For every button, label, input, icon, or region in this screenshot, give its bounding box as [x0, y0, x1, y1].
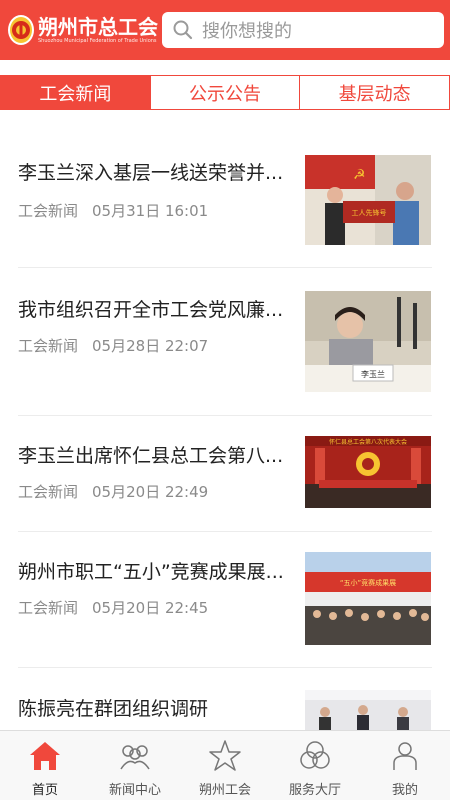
- logo[interactable]: 朔州市总工会 Shuozhou Municipal Federation of …: [8, 8, 158, 52]
- news-thumbnail: 李玉兰: [305, 291, 431, 392]
- tab-union-news[interactable]: 工会新闻: [1, 76, 151, 109]
- nav-service-hall[interactable]: 服务大厅: [270, 731, 360, 800]
- nav-shuozhou-union-label: 朔州工会: [198, 783, 251, 798]
- news-category: 工会新闻: [18, 337, 79, 355]
- news-date: 05月31日 16:01: [92, 202, 209, 220]
- home-icon: [30, 742, 60, 770]
- people-icon: [120, 745, 150, 770]
- search-input[interactable]: 搜你想搜的: [162, 12, 444, 48]
- tab-grassroots-news[interactable]: 基层动态: [300, 76, 450, 109]
- logo-subtitle: Shuozhou Municipal Federation of Trade U…: [38, 37, 157, 44]
- union-emblem-icon: [8, 15, 34, 45]
- tab-announcements[interactable]: 公示公告: [150, 76, 301, 109]
- bottom-nav: 首页 新闻中心 朔州工会 服务大厅 我的: [0, 730, 450, 800]
- thumb-caption: 工人先锋号: [352, 208, 387, 217]
- news-item[interactable]: 李玉兰出席怀仁县总工会第八... 工会新闻 05月20日 22:49 怀仁县总工会…: [18, 416, 432, 532]
- news-date: 05月28日 22:07: [92, 337, 209, 355]
- news-title: 朔州市职工“五小”竞赛成果展...: [18, 561, 284, 583]
- thumb-caption: 李玉兰: [361, 369, 385, 379]
- news-title: 我市组织召开全市工会党风廉...: [18, 299, 284, 321]
- user-icon: [393, 742, 417, 770]
- search-placeholder: 搜你想搜的: [202, 21, 292, 42]
- category-tabs: 工会新闻 公示公告 基层动态: [0, 75, 450, 110]
- news-category: 工会新闻: [18, 599, 79, 617]
- logo-text: 朔州市总工会 Shuozhou Municipal Federation of …: [38, 16, 158, 45]
- news-item[interactable]: 李玉兰深入基层一线送荣誉并... 工会新闻 05月31日 16:01 工人先锋号 …: [18, 130, 432, 268]
- thumb-caption: 怀仁县总工会第八次代表大会: [329, 438, 407, 446]
- news-title: 李玉兰出席怀仁县总工会第八...: [18, 445, 284, 467]
- nav-shuozhou-union[interactable]: 朔州工会: [180, 731, 270, 800]
- top-header: 朔州市总工会 Shuozhou Municipal Federation of …: [0, 0, 450, 60]
- news-date: 05月20日 22:49: [92, 483, 209, 501]
- news-thumbnail: 工人先锋号 ☭: [305, 155, 431, 245]
- nav-news-center[interactable]: 新闻中心: [90, 731, 180, 800]
- news-meta: 工会新闻 05月20日 22:45: [18, 597, 208, 618]
- nav-profile[interactable]: 我的: [360, 731, 450, 800]
- news-item[interactable]: 陈振亮在群团组织调研: [18, 668, 432, 730]
- logo-title: 朔州市总工会: [38, 14, 158, 39]
- news-category: 工会新闻: [18, 202, 79, 220]
- news-date: 05月20日 22:45: [92, 599, 209, 617]
- news-title: 李玉兰深入基层一线送荣誉并...: [18, 162, 284, 184]
- circles-icon: [300, 741, 330, 769]
- news-title: 陈振亮在群团组织调研: [18, 698, 209, 720]
- nav-home[interactable]: 首页: [0, 731, 90, 800]
- nav-profile-label: 我的: [391, 783, 418, 798]
- nav-home-label: 首页: [31, 783, 58, 798]
- news-meta: 工会新闻 05月31日 16:01: [18, 200, 208, 221]
- news-thumbnail: [305, 690, 431, 730]
- news-meta: 工会新闻 05月20日 22:49: [18, 481, 208, 502]
- nav-news-center-label: 新闻中心: [108, 783, 161, 798]
- search-icon: [173, 20, 193, 40]
- nav-service-hall-label: 服务大厅: [288, 783, 341, 798]
- svg-text:☭: ☭: [353, 167, 366, 183]
- news-thumbnail: “五小”竞赛成果展: [305, 552, 431, 645]
- app-root: 朔州市总工会 Shuozhou Municipal Federation of …: [0, 0, 450, 800]
- news-item[interactable]: 朔州市职工“五小”竞赛成果展... 工会新闻 05月20日 22:45 “五小”竞…: [18, 532, 432, 668]
- thumb-caption: “五小”竞赛成果展: [340, 578, 396, 587]
- news-thumbnail: 怀仁县总工会第八次代表大会: [305, 436, 431, 508]
- news-category: 工会新闻: [18, 483, 79, 501]
- news-item[interactable]: 我市组织召开全市工会党风廉... 工会新闻 05月28日 22:07 李玉兰: [18, 268, 432, 416]
- star-icon: [209, 740, 241, 771]
- news-meta: 工会新闻 05月28日 22:07: [18, 335, 208, 356]
